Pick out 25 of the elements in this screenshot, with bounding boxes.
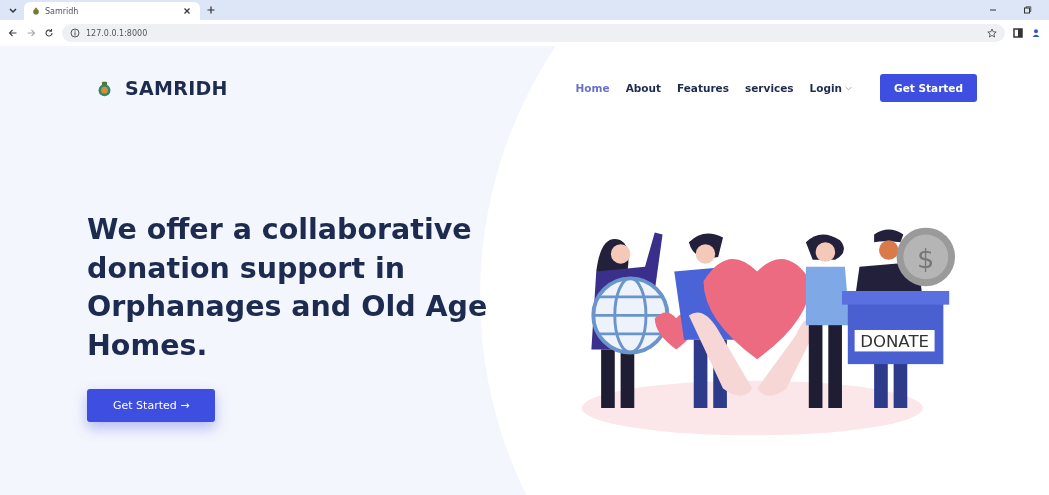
address-bar[interactable]: 127.0.0.1:8000 [62, 24, 1005, 42]
nav-link[interactable]: services [745, 82, 794, 94]
get-started-button[interactable]: Get Started → [87, 389, 216, 422]
get-started-button[interactable]: Get Started [880, 74, 977, 102]
browser-tab[interactable]: Samridh [24, 2, 200, 20]
nav-link[interactable]: About [625, 82, 661, 94]
close-icon[interactable] [182, 6, 192, 16]
back-icon[interactable] [8, 28, 18, 38]
reload-icon[interactable] [44, 28, 54, 38]
favicon-icon [32, 7, 40, 15]
nav-link[interactable]: Features [677, 82, 729, 94]
brand-name[interactable]: SAMRIDH [125, 77, 228, 99]
profile-icon[interactable] [1031, 28, 1041, 38]
logo-icon [96, 79, 113, 97]
hero-headline: We offer a collaborative donation support in Orphanages and Old Age Homes. [87, 212, 489, 364]
donation-illustration-drawing: DONATE $ [557, 213, 967, 447]
chevron-down-icon[interactable] [8, 5, 18, 15]
restore-icon[interactable] [1022, 5, 1032, 15]
sidebar-icon[interactable] [1013, 28, 1023, 38]
star-icon[interactable] [987, 28, 997, 38]
plus-icon[interactable] [206, 5, 216, 15]
info-icon [70, 28, 80, 38]
nav-link[interactable]: Home [575, 82, 610, 94]
chevron-down-icon [845, 85, 853, 91]
nav-dropdown[interactable]: Login [809, 82, 853, 94]
